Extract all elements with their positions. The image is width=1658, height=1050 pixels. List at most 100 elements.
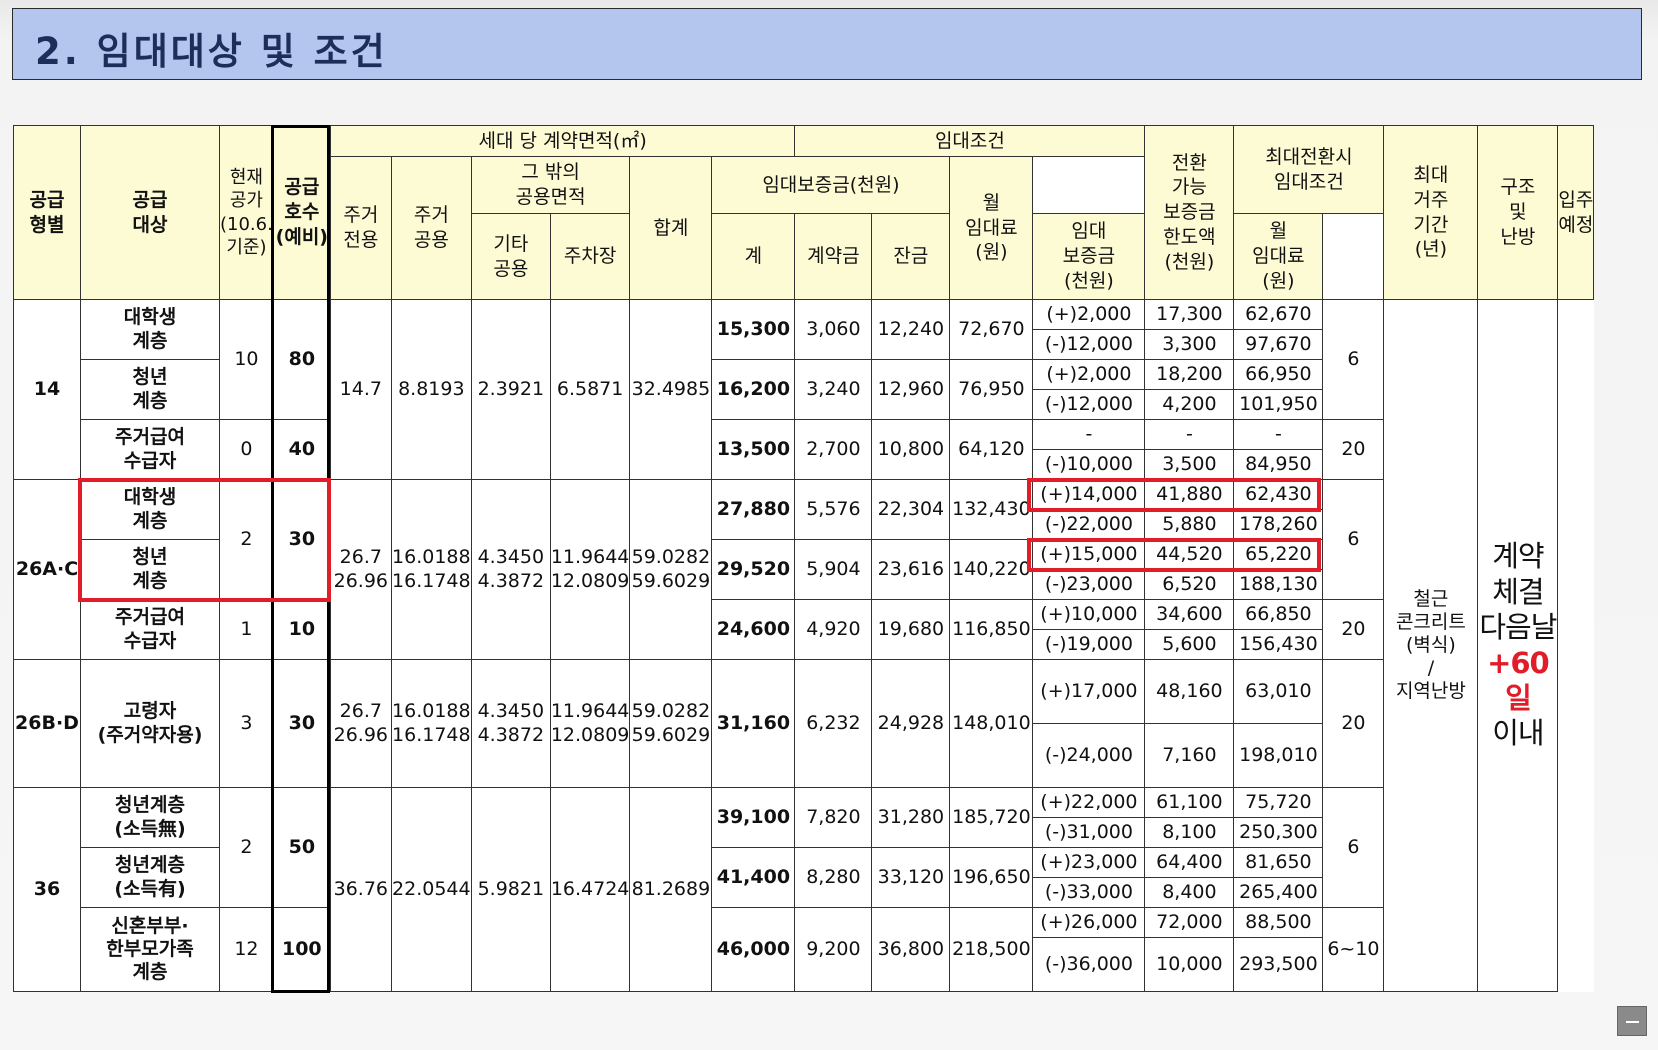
- target-cell: 대학생 계층: [80, 299, 220, 360]
- target-cell: 주거급여 수급자: [80, 419, 220, 480]
- conv-rent-cell: 66,850: [1233, 599, 1324, 630]
- balance-cell: 19,680: [871, 599, 951, 660]
- conv-rent-cell: 81,650: [1233, 847, 1324, 878]
- conv-rent-cell: 101,950: [1233, 389, 1324, 420]
- units-cell: 10: [272, 599, 331, 660]
- contract-cell: 3,240: [794, 359, 873, 420]
- conv-rent-cell: 63,010: [1233, 659, 1324, 724]
- conv-rent-cell: 88,500: [1233, 907, 1324, 938]
- rent-cell: 72,670: [949, 299, 1034, 360]
- contract-cell: 6,232: [794, 659, 873, 788]
- units-cell: 80: [272, 299, 331, 420]
- structure-cell: 철근 콘크리트 (벽식) / 지역난방: [1383, 299, 1479, 992]
- balance-cell: 36,800: [871, 907, 951, 992]
- units-cell: 50: [272, 787, 331, 908]
- vacancy-cell: 12: [219, 907, 274, 992]
- type-cell: 26B·D: [13, 659, 81, 788]
- header-conv-rent: 월 임대료 (원): [1233, 213, 1324, 300]
- units-cell: 30: [272, 479, 331, 600]
- header-supply-units: 공급 호수 (예비): [272, 125, 331, 300]
- conv-rent-cell: 156,430: [1233, 629, 1324, 660]
- period-cell: 6: [1322, 787, 1385, 908]
- rent-cell: 76,950: [949, 359, 1034, 420]
- contract-cell: 5,576: [794, 479, 873, 540]
- vacancy-cell: 2: [219, 787, 274, 908]
- rent-cell: 132,430: [949, 479, 1034, 540]
- conv-limit-cell: (-)19,000: [1032, 629, 1146, 660]
- balance-cell: 23,616: [871, 539, 951, 600]
- conv-deposit-cell: 3,500: [1144, 449, 1235, 480]
- move-in-line2: 체결: [1492, 574, 1544, 609]
- conv-limit-cell: (+)14,000: [1032, 479, 1146, 510]
- conv-deposit-cell: 3,300: [1144, 329, 1235, 360]
- move-in-line1: 계약: [1492, 539, 1544, 574]
- move-in-line4: 이내: [1492, 716, 1544, 751]
- vacancy-cell: 10: [219, 299, 274, 420]
- balance-cell: 31,280: [871, 787, 951, 848]
- conv-rent-cell: 265,400: [1233, 877, 1324, 908]
- contract-cell: 5,904: [794, 539, 873, 600]
- header-residential-common: 주거 공용: [390, 156, 472, 300]
- conv-deposit-cell: 64,400: [1144, 847, 1235, 878]
- conv-deposit-cell: 4,200: [1144, 389, 1235, 420]
- other-area-cell: 5.9821: [470, 787, 551, 992]
- target-cell: 대학생 계층: [80, 479, 220, 540]
- vacancy-cell: 0: [219, 419, 274, 480]
- contract-cell: 8,280: [794, 847, 873, 908]
- conv-rent-cell: 188,130: [1233, 569, 1324, 600]
- header-structure: 구조 및 난방: [1477, 125, 1559, 300]
- deposit-cell: 31,160: [711, 659, 796, 788]
- conv-deposit-cell: 48,160: [1144, 659, 1235, 724]
- private-area-cell: 26.7 26.96: [329, 659, 392, 788]
- header-max-residence: 최대 거주 기간 (년): [1383, 125, 1479, 300]
- conv-limit-cell: (+)2,000: [1032, 299, 1146, 330]
- period-cell: 20: [1322, 599, 1385, 660]
- conv-deposit-cell: 7,160: [1144, 723, 1235, 788]
- conv-rent-cell: 66,950: [1233, 359, 1324, 390]
- header-supply-target: 공급 대상: [80, 125, 220, 300]
- vacancy-cell: 1: [219, 599, 274, 660]
- minimize-button[interactable]: [1617, 1006, 1647, 1036]
- period-cell: 20: [1322, 659, 1385, 788]
- deposit-cell: 39,100: [711, 787, 796, 848]
- header-rent-group: 임대조건: [794, 125, 1146, 157]
- parking-area-cell: 11.9644 12.0809: [549, 659, 631, 788]
- conv-deposit-cell: 41,880: [1144, 479, 1235, 510]
- conv-limit-cell: (+)26,000: [1032, 907, 1146, 938]
- conv-rent-cell: 178,260: [1233, 509, 1324, 540]
- move-in-cell: 계약 체결 다음날 +60일 이내: [1477, 299, 1559, 992]
- period-cell: 6~10: [1322, 907, 1385, 992]
- units-cell: 30: [272, 659, 331, 788]
- deposit-cell: 41,400: [711, 847, 796, 908]
- deposit-cell: 13,500: [711, 419, 796, 480]
- target-cell: 신혼부부· 한부모가족 계층: [80, 907, 220, 992]
- header-conv-deposit: 임대 보증금 (천원): [1032, 213, 1146, 300]
- conv-deposit-cell: 72,000: [1144, 907, 1235, 938]
- conv-limit-cell: (-)23,000: [1032, 569, 1146, 600]
- conv-limit-cell: (+)15,000: [1032, 539, 1146, 570]
- header-monthly-rent: 월 임대료 (원): [949, 156, 1034, 300]
- rent-cell: 148,010: [949, 659, 1034, 788]
- common-area-cell: 16.0188 16.1748: [390, 479, 472, 660]
- rent-cell: 64,120: [949, 419, 1034, 480]
- header-move-in: 입주 예정: [1557, 125, 1595, 300]
- conv-rent-cell: 62,430: [1233, 479, 1324, 510]
- move-in-highlight: +60일: [1487, 645, 1550, 715]
- target-cell: 청년 계층: [80, 359, 220, 420]
- header-supply-type: 공급 형별: [13, 125, 81, 300]
- target-cell: 청년계층 (소득無): [80, 787, 220, 848]
- header-convertible-limit: 전환 가능 보증금 한도액 (천원): [1144, 125, 1235, 300]
- header-deposit-group: 임대보증금(천원): [711, 156, 951, 214]
- deposit-cell: 46,000: [711, 907, 796, 992]
- conv-limit-cell: (+)23,000: [1032, 847, 1146, 878]
- private-area-cell: 36.76: [329, 787, 392, 992]
- total-area-cell: 81.2689: [629, 787, 713, 992]
- header-parking: 주차장: [549, 213, 631, 300]
- conv-limit-cell: (-)12,000: [1032, 329, 1146, 360]
- rent-cell: 185,720: [949, 787, 1034, 848]
- target-cell: 주거급여 수급자: [80, 599, 220, 660]
- conv-rent-cell: 75,720: [1233, 787, 1324, 818]
- conv-rent-cell: 198,010: [1233, 723, 1324, 788]
- rent-cell: 140,220: [949, 539, 1034, 600]
- header-area-total: 합계: [629, 156, 713, 300]
